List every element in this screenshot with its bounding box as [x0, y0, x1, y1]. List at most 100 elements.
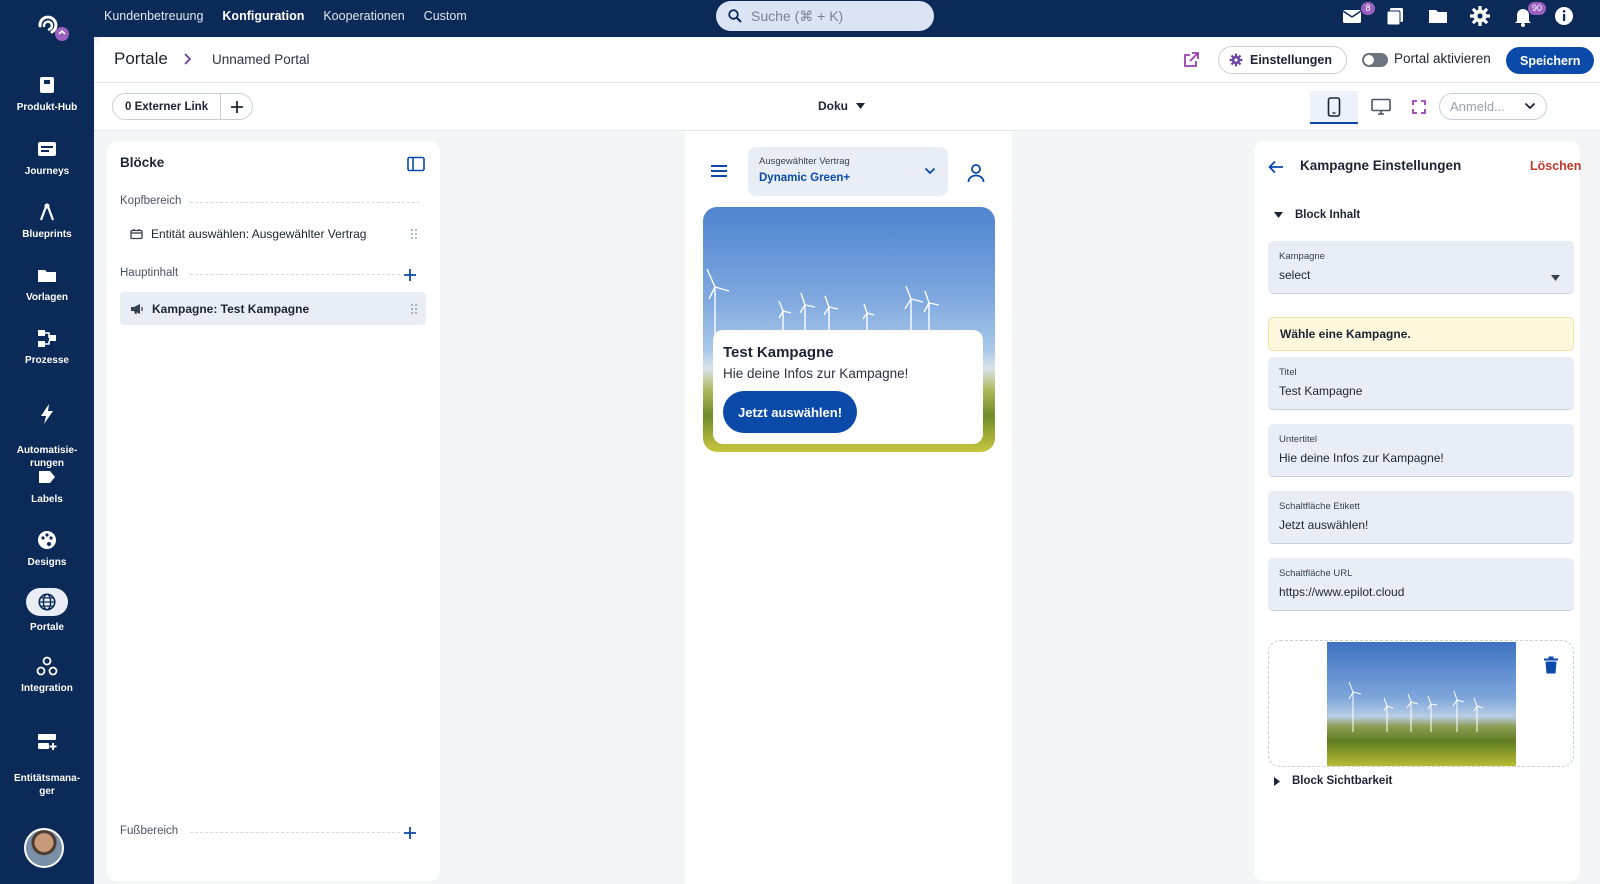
accordion-label: Block Sichtbarkeit: [1292, 775, 1393, 787]
contract-selector[interactable]: Ausgewählter Vertrag Dynamic Green+: [748, 147, 948, 196]
contract-selector-label: Ausgewählter Vertrag: [759, 156, 850, 167]
section-hauptinhalt: Hauptinhalt: [120, 267, 400, 279]
search-input[interactable]: [751, 8, 911, 24]
title-input[interactable]: [1279, 384, 1559, 398]
delete-block-button[interactable]: Löschen: [1530, 159, 1581, 173]
sidebar-item-label: Blueprints: [22, 229, 72, 240]
palette-icon: [38, 531, 56, 549]
sidebar-item-label: Vorlagen: [25, 292, 69, 303]
login-select[interactable]: Anmeld...: [1439, 93, 1547, 120]
fullscreen-button[interactable]: [1401, 91, 1437, 123]
title-field[interactable]: Titel: [1268, 357, 1574, 410]
hamburger-menu-icon[interactable]: [710, 164, 728, 178]
sidebar-item-produkt-hub[interactable]: Produkt-Hub: [0, 74, 94, 113]
globe-icon: [38, 593, 56, 611]
button-url-field[interactable]: Schaltfläche URL: [1268, 558, 1574, 611]
smartphone-icon: [1327, 96, 1341, 117]
sidebar-item-label: Prozesse: [25, 355, 69, 366]
portal-activate-toggle[interactable]: [1362, 53, 1388, 67]
sidebar-item-designs[interactable]: Designs: [0, 529, 94, 568]
page-select-dropdown[interactable]: Doku: [818, 99, 865, 113]
journey-icon: [38, 142, 56, 156]
sidebar-item-prozesse[interactable]: Prozesse: [0, 327, 94, 366]
campaign-select-field[interactable]: Kampagne: [1268, 241, 1574, 294]
button-label-input[interactable]: [1279, 518, 1559, 532]
sidebar-item-integration[interactable]: Integration: [0, 655, 94, 694]
subtitle-input[interactable]: [1279, 451, 1559, 465]
drag-handle-icon[interactable]: [410, 228, 418, 240]
sidebar-item-portale[interactable]: Portale: [0, 588, 94, 633]
settings-button-label: Einstellungen: [1250, 53, 1332, 67]
topnav-kooperationen[interactable]: Kooperationen: [323, 9, 404, 23]
button-url-input[interactable]: [1279, 585, 1559, 599]
sidebar-item-label: Journeys: [24, 166, 70, 177]
documents-button[interactable]: [1384, 5, 1408, 29]
mail-button[interactable]: 8: [1341, 2, 1375, 29]
sidebar-item-entitaetsmanager[interactable]: Entitätsmana- ger: [0, 718, 94, 798]
top-navigation: Kundenbetreuung Konfiguration Kooperatio…: [104, 9, 467, 23]
global-search[interactable]: [716, 1, 934, 31]
field-label: Kampagne: [1279, 251, 1325, 262]
add-external-link-button[interactable]: [220, 94, 252, 119]
wind-turbines-illustration: [706, 268, 940, 337]
block-row-selected[interactable]: Kampagne: Test Kampagne: [120, 292, 426, 325]
block-row[interactable]: Entität auswählen: Ausgewählter Vertrag: [120, 217, 426, 250]
notifications-button[interactable]: 90: [1512, 2, 1546, 29]
desktop-view-button[interactable]: [1363, 91, 1399, 123]
mail-icon: [1342, 10, 1362, 23]
files-button[interactable]: [1427, 5, 1451, 29]
sidebar-item-label: Designs: [27, 557, 67, 568]
folder-icon: [38, 270, 56, 282]
login-select-value: Anmeld...: [1450, 99, 1505, 114]
block-visibility-accordion[interactable]: Block Sichtbarkeit: [1274, 775, 1392, 787]
topnav-konfiguration[interactable]: Konfiguration: [222, 9, 304, 23]
mail-badge: 8: [1361, 2, 1375, 15]
settings-button[interactable]: [1469, 5, 1493, 29]
sidebar-item-blueprints[interactable]: Blueprints: [0, 201, 94, 240]
section-label: Fußbereich: [120, 825, 179, 837]
add-footer-block-icon[interactable]: [403, 826, 417, 840]
gear-icon: [1470, 6, 1490, 26]
fullscreen-icon: [1412, 100, 1426, 114]
image-upload-area[interactable]: [1268, 640, 1574, 767]
external-link-icon[interactable]: [1182, 51, 1200, 69]
portal-name: Unnamed Portal: [212, 52, 310, 67]
block-row-label: Kampagne: Test Kampagne: [152, 301, 310, 316]
block-content-accordion[interactable]: Block Inhalt: [1274, 209, 1360, 221]
app-logo-icon[interactable]: [30, 8, 70, 42]
accordion-label: Block Inhalt: [1295, 209, 1361, 221]
external-link-button[interactable]: 0 Externer Link: [113, 94, 220, 119]
contract-selector-value: Dynamic Green+: [759, 172, 851, 184]
info-button[interactable]: [1553, 5, 1577, 29]
arrow-left-icon[interactable]: [1268, 160, 1284, 174]
campaign-select-input[interactable]: [1279, 268, 1559, 282]
block-row-label: Entität auswählen: Ausgewählter Vertrag: [151, 226, 367, 241]
subtitle-field[interactable]: Untertitel: [1268, 424, 1574, 477]
monitor-icon: [1371, 98, 1391, 115]
sidebar-item-labels[interactable]: Labels: [0, 466, 94, 505]
wind-turbines-illustration: [1348, 681, 1484, 732]
add-main-block-icon[interactable]: [403, 268, 417, 282]
entity-select-icon: [130, 228, 143, 239]
sidebar-toggle-icon[interactable]: [407, 156, 425, 172]
save-button[interactable]: Speichern: [1506, 47, 1595, 74]
entity-icon: [38, 734, 57, 750]
topnav-kundenbetreuung[interactable]: Kundenbetreuung: [104, 9, 203, 23]
caret-right-icon: [1274, 776, 1280, 786]
user-avatar[interactable]: [24, 828, 64, 868]
sidebar-item-automatisierungen[interactable]: Automatisie- rungen: [0, 390, 94, 470]
sidebar-item-vorlagen[interactable]: Vorlagen: [0, 264, 94, 303]
topnav-custom[interactable]: Custom: [424, 9, 467, 23]
user-icon[interactable]: [966, 163, 986, 183]
portal-settings-button[interactable]: Einstellungen: [1218, 46, 1347, 74]
documents-icon: [1386, 8, 1403, 26]
trash-icon[interactable]: [1543, 656, 1559, 674]
field-label: Schaltfläche URL: [1279, 568, 1353, 579]
sidebar-item-journeys[interactable]: Journeys: [0, 138, 94, 177]
campaign-cta-button[interactable]: Jetzt auswählen!: [723, 391, 858, 433]
mobile-view-button[interactable]: [1310, 91, 1358, 124]
blocks-panel: Blöcke Kopfbereich Entität auswählen: Au…: [107, 141, 440, 881]
button-label-field[interactable]: Schaltfläche Etikett: [1268, 491, 1574, 544]
chevron-down-icon: [1524, 102, 1536, 110]
drag-handle-icon[interactable]: [410, 303, 418, 315]
